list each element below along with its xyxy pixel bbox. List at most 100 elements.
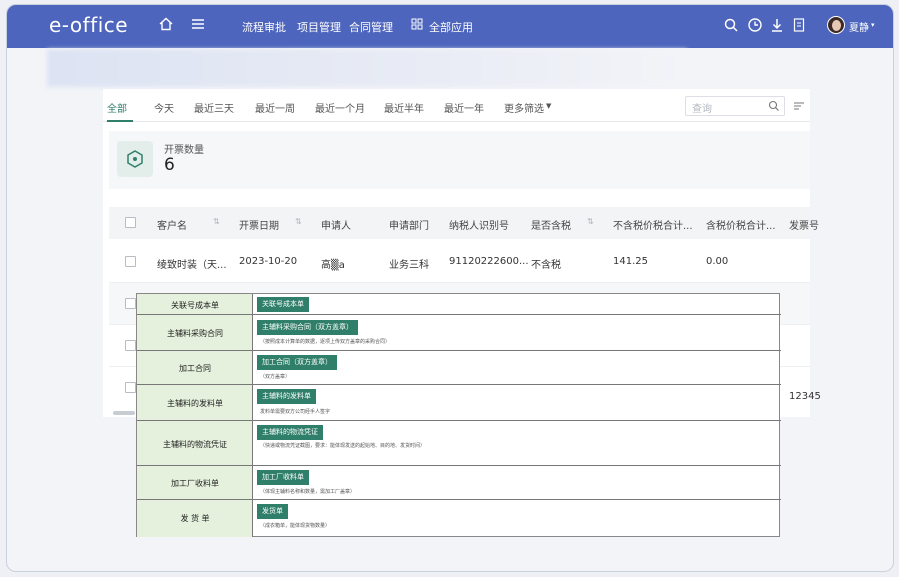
doc-note: （成衣箱单，能体现货物数量） [260,523,331,529]
doc-note: （双方盖章） [260,374,291,380]
col-taxpayer-id[interactable]: 纳税人识别号 [449,217,509,232]
cell-amount-excl: 141.25 [613,256,648,267]
select-all-checkbox[interactable] [125,217,136,228]
more-filters-caret-icon[interactable]: ▼ [546,102,551,110]
download-icon[interactable] [769,17,785,33]
cell-tax-included: 不含税 [531,260,561,271]
nav-contracts[interactable]: 合同管理 [349,19,393,35]
invoice-count-card: 开票数量 6 [109,131,810,189]
cell-department: 业务三科 [389,260,429,271]
nav-all-apps[interactable]: 全部应用 [429,19,473,35]
table-header: 客户名 ⇅ 开票日期 ⇅ 申请人 申请部门 纳税人识别号 是否含税 ⇅ 不含税价… [109,207,819,239]
col-applicant[interactable]: 申请人 [321,217,351,232]
doc-row-label-cell: 主辅料的物流凭证 [137,421,253,465]
tab-today[interactable]: 今天 [154,100,174,115]
doc-note: （按照成本计算单的数据，逐项上传双方盖章的采购合同） [260,339,391,345]
doc-tag: 发货单 [257,504,288,519]
doc-tag: 加工厂收料单 [257,470,309,485]
col-department[interactable]: 申请部门 [389,217,429,232]
sort-icon[interactable]: ⇅ [587,217,594,226]
stat-icon [117,141,153,177]
stat-label: 开票数量 [164,145,204,156]
tab-last-week[interactable]: 最近一周 [255,100,295,115]
grid-icon [411,18,423,30]
tab-last-month[interactable]: 最近一个月 [315,100,365,115]
doc-row: 主辅料的物流凭证 主辅料的物流凭证 （快递或物流凭证截图，要求：能体现发送的起始… [137,421,781,466]
search-input[interactable]: 查询 [692,100,712,115]
blurred-header-area [47,49,687,87]
column-settings-icon[interactable] [793,100,805,112]
cell-applicant: 高▒a [321,260,345,271]
required-documents-table: 关联号成本单 关联号成本单 主辅料采购合同 主辅料采购合同（双方盖章） （按照成… [136,293,781,537]
doc-note: （体现主辅料名称和数量，需加工厂盖章） [260,489,356,495]
cell-amount-incl: 0.00 [706,256,729,267]
col-amount-excl-tax[interactable]: 不含税价税合计... [613,217,693,232]
col-amount-incl-tax[interactable]: 含税价税合计... [706,217,776,232]
app-window: e-office 流程审批 项目管理 合同管理 全部应用 夏静 ▾ 全部 今天 … [6,4,894,572]
doc-note: （快递或物流凭证截图，要求：能体现发送的起始地、目的地、发货时间） [260,443,426,449]
filter-bar: 全部 今天 最近三天 最近一周 最近一个月 最近半年 最近一年 更多筛选 ▼ 查… [103,89,810,122]
tab-all[interactable]: 全部 [107,100,127,115]
sort-icon[interactable]: ⇅ [213,217,220,226]
doc-row: 主辅料采购合同 主辅料采购合同（双方盖章） （按照成本计算单的数据，逐项上传双方… [137,315,781,351]
doc-row-label: 主辅料采购合同 [167,329,223,338]
tab-last-year[interactable]: 最近一年 [444,100,484,115]
sort-icon[interactable]: ⇅ [295,217,302,226]
doc-row-label: 加工合同 [179,364,211,373]
doc-row: 加工厂收料单 加工厂收料单 （体现主辅料名称和数量，需加工厂盖章） [137,466,781,500]
top-nav-bar: e-office 流程审批 项目管理 合同管理 全部应用 夏静 ▾ [7,5,893,48]
row-checkbox[interactable] [125,340,136,351]
doc-row: 主辅料的发料单 主辅料的发料单 发料单需要双方公司经手人签字 [137,385,781,421]
doc-tag: 主辅料的发料单 [257,389,316,404]
doc-row-label: 发 货 单 [180,514,210,523]
home-icon[interactable] [157,15,175,33]
row-checkbox[interactable] [125,382,136,393]
doc-row: 发 货 单 发货单 （成衣箱单，能体现货物数量） [137,500,781,537]
tab-more-filters[interactable]: 更多筛选 [504,100,544,115]
clock-icon[interactable] [747,17,763,33]
doc-tag: 主辅料采购合同（双方盖章） [257,320,358,335]
tab-last-3-days[interactable]: 最近三天 [194,100,234,115]
stat-value: 6 [164,155,175,175]
doc-row-label-cell: 加工厂收料单 [137,466,253,499]
doc-row: 加工合同 加工合同（双方盖章） （双方盖章） [137,351,781,385]
search-box[interactable]: 查询 [685,96,785,116]
table-row[interactable]: 绫致时装（天... 2023-10-20 高▒a 业务三科 9112022260… [109,241,810,283]
hexagon-icon [127,150,143,168]
cell-taxpayer-id: 91120222600... [449,256,529,267]
doc-note: 发料单需要双方公司经手人签字 [260,409,331,415]
doc-tag: 关联号成本单 [257,297,309,312]
doc-tag: 加工合同（双方盖章） [257,355,337,370]
doc-row-label: 主辅料的物流凭证 [163,440,227,449]
cell-date: 2023-10-20 [239,256,298,267]
active-tab-indicator [107,120,133,122]
cell-customer[interactable]: 绫致时装（天... [157,256,227,271]
cell-invoice-number: 12345 [789,391,821,402]
menu-icon[interactable] [189,15,207,33]
horizontal-scrollbar[interactable] [113,411,135,415]
search-icon[interactable] [768,100,780,112]
document-icon[interactable] [791,17,807,33]
doc-row-label-cell: 主辅料的发料单 [137,385,253,420]
doc-tag: 主辅料的物流凭证 [257,425,323,440]
col-invoice-number[interactable]: 发票号 [789,217,819,232]
doc-row-label-cell: 加工合同 [137,351,253,384]
col-tax-included[interactable]: 是否含税 [531,217,571,232]
chevron-down-icon[interactable]: ▾ [871,21,875,29]
avatar[interactable] [827,16,845,34]
doc-row-label: 关联号成本单 [171,301,219,310]
doc-row-label: 主辅料的发料单 [167,399,223,408]
doc-row: 关联号成本单 关联号成本单 [137,294,781,315]
col-invoice-date[interactable]: 开票日期 [239,217,279,232]
col-customer[interactable]: 客户名 [157,217,187,232]
tab-last-half-year[interactable]: 最近半年 [384,100,424,115]
doc-row-label-cell: 关联号成本单 [137,294,253,314]
row-checkbox[interactable] [125,256,136,267]
nav-workflow[interactable]: 流程审批 [242,19,286,35]
user-name[interactable]: 夏静 [849,19,869,34]
nav-projects[interactable]: 项目管理 [297,19,341,35]
doc-row-label-cell: 主辅料采购合同 [137,315,253,350]
app-logo[interactable]: e-office [49,13,128,37]
search-icon[interactable] [723,17,739,33]
row-checkbox[interactable] [125,298,136,309]
